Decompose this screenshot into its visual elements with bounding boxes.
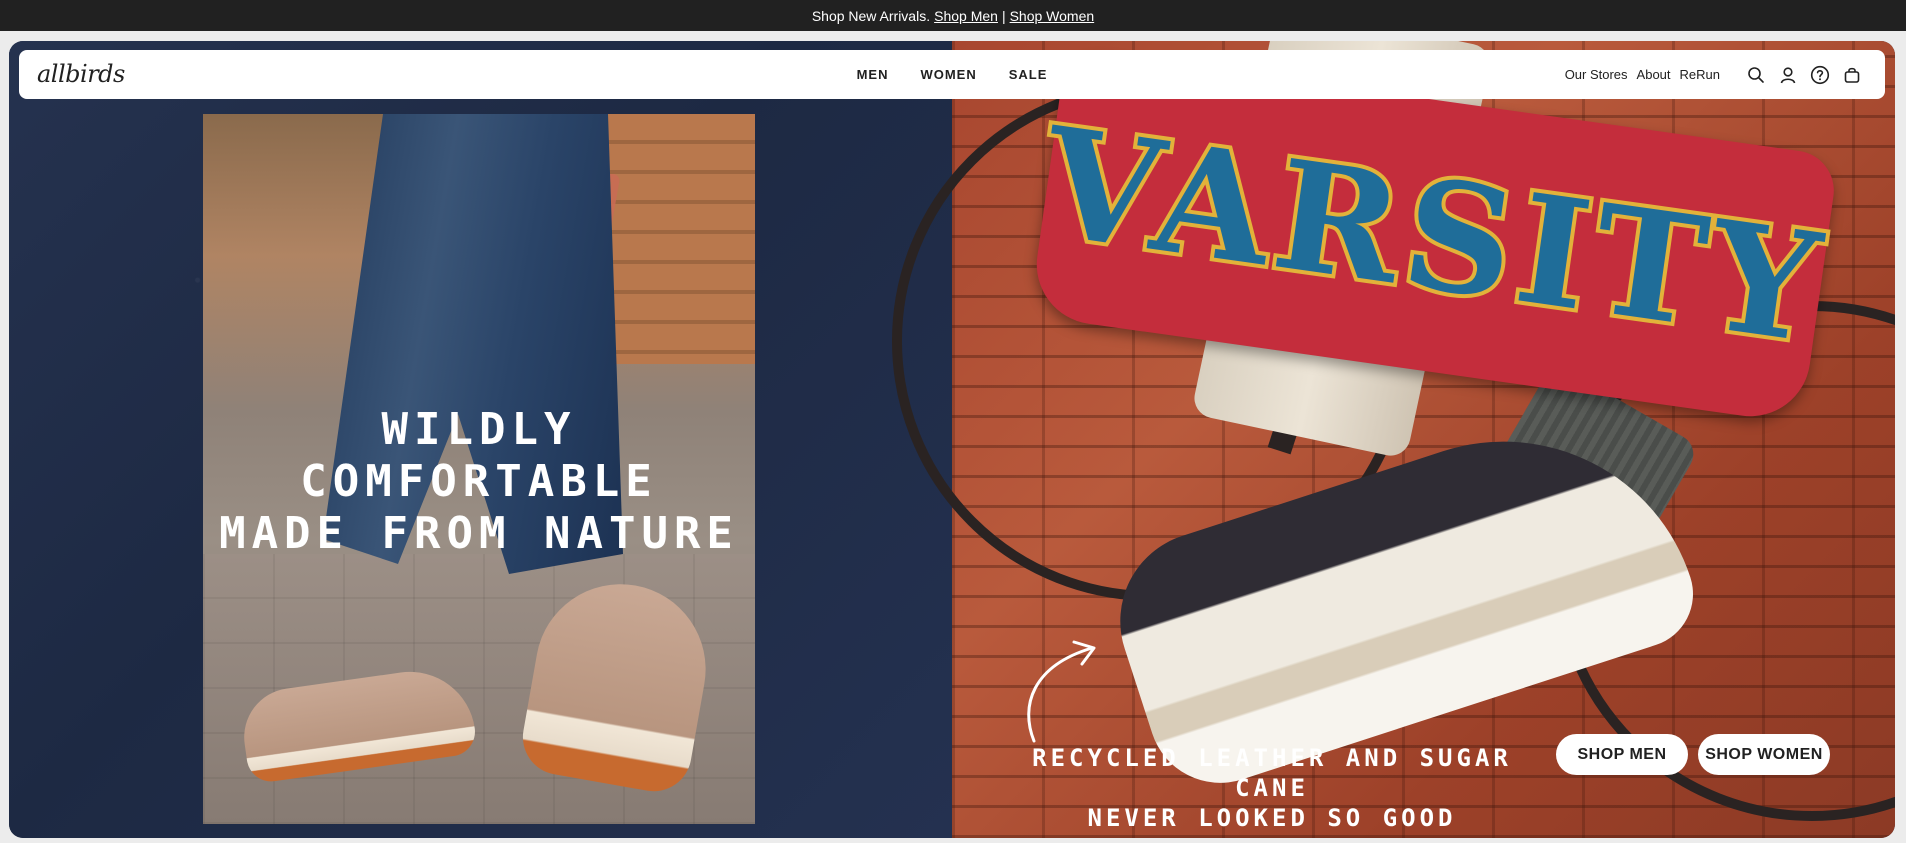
shop-men-button[interactable]: SHOP MEN [1556, 734, 1688, 775]
site-header: allbirds MEN WOMEN SALE Our Stores About… [19, 50, 1885, 99]
hero-right-panel: VARSITY RECYCLED LEATHER AND SUGAR CANE … [892, 41, 1895, 838]
nav-women[interactable]: WOMEN [920, 67, 976, 82]
shop-women-button[interactable]: SHOP WOMEN [1698, 734, 1830, 775]
announcement-shop-men-link[interactable]: Shop Men [934, 8, 998, 24]
nav-about[interactable]: About [1637, 67, 1671, 82]
help-icon[interactable] [1809, 64, 1831, 86]
search-icon[interactable] [1745, 64, 1767, 86]
hero-left-headline: WILDLY COMFORTABLE MADE FROM NATURE [203, 404, 755, 560]
hero-tagline-line2: NEVER LOOKED SO GOOD [1087, 804, 1457, 832]
hero-left-photo: WILDLY COMFORTABLE MADE FROM NATURE [203, 114, 755, 824]
nav-sale[interactable]: SALE [1009, 67, 1048, 82]
header-icons [1737, 64, 1863, 86]
announcement-separator: | [1001, 7, 1006, 24]
nav-men[interactable]: MEN [857, 67, 889, 82]
nav-rerun[interactable]: ReRun [1680, 67, 1720, 82]
announcement-shop-women-link[interactable]: Shop Women [1010, 8, 1095, 24]
announcement-bar: Shop New Arrivals. Shop Men | Shop Women [0, 0, 1906, 31]
account-icon[interactable] [1777, 64, 1799, 86]
hero-left-headline-line2: MADE FROM NATURE [219, 508, 739, 559]
hero-tagline: RECYCLED LEATHER AND SUGAR CANE NEVER LO… [1012, 743, 1532, 833]
arrow-icon [1027, 640, 1096, 743]
hero-tagline-line1: RECYCLED LEATHER AND SUGAR CANE [1032, 744, 1512, 802]
hero-left-panel: WILDLY COMFORTABLE MADE FROM NATURE [9, 41, 952, 838]
cart-icon[interactable] [1841, 64, 1863, 86]
hero-left-headline-line1: WILDLY COMFORTABLE [300, 404, 658, 507]
announcement-text: Shop New Arrivals. [811, 7, 931, 24]
secondary-nav: Our Stores About ReRun [1565, 50, 1863, 99]
nav-our-stores[interactable]: Our Stores [1565, 67, 1628, 82]
hero-banner: WILDLY COMFORTABLE MADE FROM NATURE VARS… [9, 41, 1895, 838]
allbirds-logo[interactable]: allbirds [37, 60, 125, 88]
